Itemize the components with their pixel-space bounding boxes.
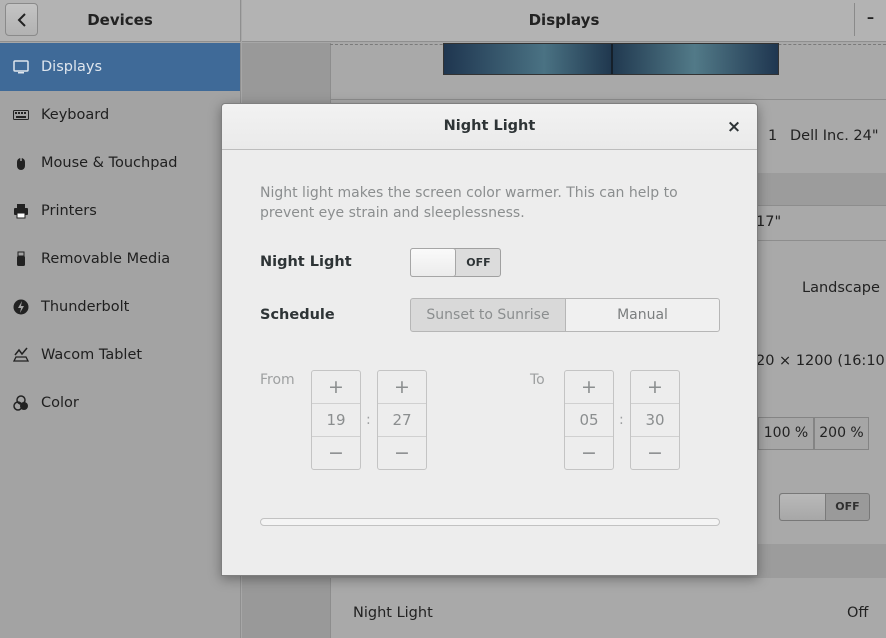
sidebar-item-label: Mouse & Touchpad bbox=[41, 155, 178, 171]
from-hours-spinner: + 19 − bbox=[311, 370, 361, 470]
from-minutes-spinner: + 27 − bbox=[377, 370, 427, 470]
night-light-switch[interactable]: OFF bbox=[410, 248, 501, 277]
night-light-label: Night Light bbox=[260, 254, 352, 270]
tablet-icon bbox=[13, 347, 29, 363]
sidebar-item-label: Wacom Tablet bbox=[41, 347, 143, 363]
switch-state: OFF bbox=[835, 500, 860, 513]
orientation-value[interactable]: Landscape bbox=[802, 280, 880, 296]
schedule-timeline bbox=[260, 518, 720, 526]
night-light-row-value: Off bbox=[847, 605, 869, 621]
scale-100-button[interactable]: 100 % bbox=[758, 417, 814, 450]
to-label: To bbox=[530, 372, 545, 388]
sidebar-item-displays[interactable]: Displays bbox=[0, 43, 240, 91]
decrement-button[interactable]: − bbox=[312, 436, 360, 469]
color-icon bbox=[13, 395, 29, 411]
switch-knob bbox=[410, 248, 456, 277]
minimize-button[interactable]: – bbox=[854, 3, 886, 36]
background-switch[interactable]: OFF bbox=[779, 493, 870, 521]
divider bbox=[330, 99, 886, 100]
schedule-label: Schedule bbox=[260, 307, 335, 323]
night-light-dialog: Night Light × Night light makes the scre… bbox=[221, 103, 758, 576]
printer-icon bbox=[13, 203, 29, 219]
schedule-sunset-button[interactable]: Sunset to Sunrise bbox=[410, 298, 566, 332]
sidebar-item-wacom-tablet[interactable]: Wacom Tablet bbox=[0, 331, 240, 379]
usb-drive-icon bbox=[13, 251, 29, 267]
scale-200-button[interactable]: 200 % bbox=[814, 417, 869, 450]
decrement-button[interactable]: − bbox=[565, 436, 613, 469]
from-hours-value[interactable]: 19 bbox=[312, 404, 360, 437]
display-icon bbox=[13, 59, 29, 75]
sidebar-item-label: Thunderbolt bbox=[41, 299, 130, 315]
to-minutes-value[interactable]: 30 bbox=[631, 404, 679, 437]
sidebar-item-removable-media[interactable]: Removable Media bbox=[0, 235, 240, 283]
page-title: Displays bbox=[528, 11, 600, 29]
dialog-description: Night light makes the screen color warme… bbox=[260, 185, 678, 221]
sidebar-item-printers[interactable]: Printers bbox=[0, 187, 240, 235]
sidebar-item-label: Displays bbox=[41, 59, 103, 75]
to-hours-value[interactable]: 05 bbox=[565, 404, 613, 437]
increment-button[interactable]: + bbox=[378, 371, 426, 404]
sidebar-item-label: Color bbox=[41, 395, 79, 411]
decrement-button[interactable]: − bbox=[378, 436, 426, 469]
sidebar-item-color[interactable]: Color bbox=[0, 379, 240, 427]
sidebar-item-label: Removable Media bbox=[41, 251, 171, 267]
display-size-partial: 17" bbox=[756, 214, 782, 230]
mouse-icon bbox=[13, 155, 29, 171]
sidebar-title: Devices bbox=[87, 11, 153, 29]
content-header: Displays – bbox=[242, 0, 886, 42]
close-button[interactable]: × bbox=[721, 114, 747, 140]
increment-button[interactable]: + bbox=[565, 371, 613, 404]
thunderbolt-icon bbox=[13, 299, 29, 315]
display-number: 1 bbox=[768, 128, 778, 144]
sidebar: Displays Keyboard Mouse & Touchpad Print… bbox=[0, 43, 241, 638]
sidebar-item-label: Keyboard bbox=[41, 107, 110, 123]
to-minutes-spinner: + 30 − bbox=[630, 370, 680, 470]
from-minutes-value[interactable]: 27 bbox=[378, 404, 426, 437]
dialog-title: Night Light bbox=[443, 118, 536, 134]
night-light-row-label[interactable]: Night Light bbox=[353, 605, 433, 621]
to-hours-spinner: + 05 − bbox=[564, 370, 614, 470]
time-separator: : bbox=[619, 412, 624, 428]
decrement-button[interactable]: − bbox=[631, 436, 679, 469]
monitor-preview[interactable] bbox=[443, 43, 779, 75]
from-label: From bbox=[260, 372, 295, 388]
switch-state: OFF bbox=[466, 256, 491, 269]
display-name: Dell Inc. 24" bbox=[790, 128, 879, 144]
keyboard-icon bbox=[13, 107, 29, 123]
increment-button[interactable]: + bbox=[631, 371, 679, 404]
schedule-manual-button[interactable]: Manual bbox=[565, 298, 720, 332]
sidebar-item-thunderbolt[interactable]: Thunderbolt bbox=[0, 283, 240, 331]
time-separator: : bbox=[366, 412, 371, 428]
sidebar-item-label: Printers bbox=[41, 203, 97, 219]
increment-button[interactable]: + bbox=[312, 371, 360, 404]
sidebar-item-keyboard[interactable]: Keyboard bbox=[0, 91, 240, 139]
switch-knob bbox=[780, 494, 826, 520]
sidebar-header: Devices bbox=[0, 0, 241, 42]
dialog-header: Night Light × bbox=[222, 104, 757, 150]
resolution-value[interactable]: 20 × 1200 (16:10) bbox=[756, 353, 886, 369]
sidebar-item-mouse-touchpad[interactable]: Mouse & Touchpad bbox=[0, 139, 240, 187]
